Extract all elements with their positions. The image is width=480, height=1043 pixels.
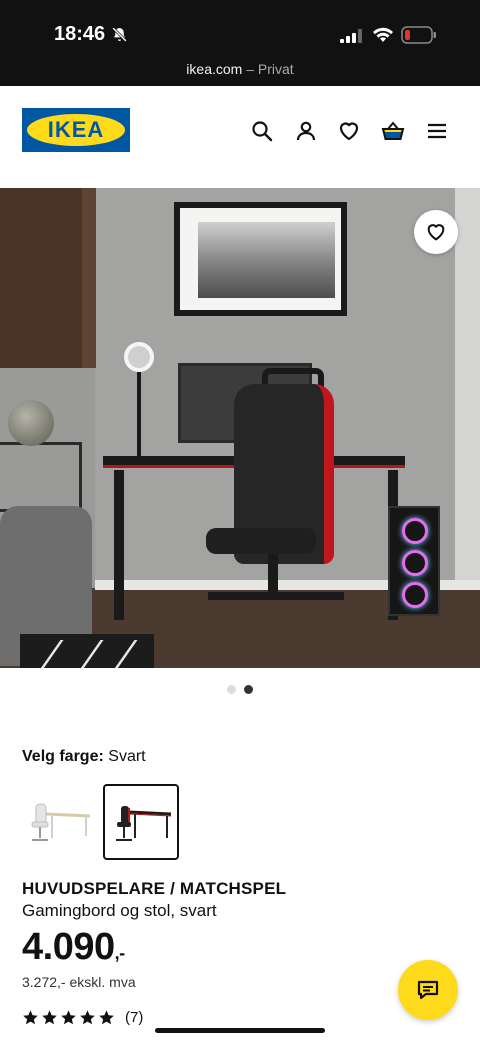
star-icon bbox=[99, 1010, 114, 1025]
price-suffix: ,- bbox=[114, 943, 126, 963]
scene-chair-seat bbox=[206, 528, 316, 554]
product-price: 4.090,- bbox=[22, 926, 125, 969]
shopping-bag-icon[interactable] bbox=[381, 119, 405, 143]
rating-stars[interactable] bbox=[22, 1009, 117, 1027]
home-indicator[interactable] bbox=[155, 1028, 325, 1033]
star-icon bbox=[42, 1010, 57, 1025]
scene-desk-leg bbox=[114, 470, 124, 620]
star-icon bbox=[80, 1010, 95, 1025]
signal-icon bbox=[340, 29, 364, 43]
url-separator: – bbox=[242, 61, 258, 77]
scene-ring-light bbox=[124, 342, 154, 372]
scene-cabinet bbox=[0, 188, 82, 368]
scene-wall-edge bbox=[455, 188, 480, 628]
gallery-dot-active[interactable] bbox=[244, 685, 253, 694]
ikea-logo[interactable]: IKEA bbox=[22, 108, 130, 152]
address-bar[interactable]: ikea.com – Privat bbox=[0, 61, 480, 77]
scene-pc-case bbox=[388, 506, 440, 616]
color-selector-label: Velg farge: Svart bbox=[22, 748, 146, 766]
scene-chair-base bbox=[208, 592, 344, 600]
scene-light-stand bbox=[137, 372, 141, 456]
account-icon[interactable] bbox=[294, 119, 318, 143]
url-host: ikea.com bbox=[186, 61, 243, 77]
review-count[interactable]: (7) bbox=[125, 1009, 143, 1026]
wifi-icon bbox=[372, 26, 394, 43]
color-label-key: Velg farge: bbox=[22, 748, 104, 765]
heart-icon bbox=[427, 224, 445, 241]
chat-button[interactable] bbox=[398, 960, 458, 1020]
scene-framed-photo bbox=[174, 202, 347, 316]
bell-slash-icon bbox=[111, 26, 128, 43]
scene-chair-post bbox=[268, 554, 278, 594]
price-excluding-vat: 3.272,- ekskl. mva bbox=[22, 974, 136, 990]
wishlist-heart-icon[interactable] bbox=[337, 119, 361, 143]
color-swatch-black[interactable] bbox=[103, 784, 179, 860]
browsing-mode: Privat bbox=[257, 61, 294, 77]
scene-lamp bbox=[8, 400, 54, 446]
product-image[interactable] bbox=[0, 188, 480, 668]
logo-wordmark: IKEA bbox=[47, 117, 105, 142]
price-main: 4.090 bbox=[22, 926, 115, 968]
scene-rug bbox=[20, 634, 154, 668]
status-time: 18:46 bbox=[54, 23, 106, 45]
scene-cabinet-side bbox=[82, 188, 96, 368]
search-icon[interactable] bbox=[250, 119, 274, 143]
star-icon bbox=[23, 1010, 38, 1025]
chat-icon bbox=[417, 980, 439, 1000]
product-name: HUVUDSPELARE / MATCHSPEL bbox=[22, 879, 287, 898]
ios-status-bar: 18:46 ikea.com – Privat bbox=[0, 0, 480, 86]
product-description: Gamingbord og stol, svart bbox=[22, 901, 217, 920]
battery-low-icon bbox=[401, 26, 437, 44]
site-header: IKEA bbox=[0, 86, 480, 188]
star-icon bbox=[61, 1010, 76, 1025]
gallery-dot[interactable] bbox=[227, 685, 236, 694]
color-label-value: Svart bbox=[108, 748, 146, 765]
add-to-wishlist-button[interactable] bbox=[414, 210, 458, 254]
color-swatch-white[interactable] bbox=[22, 784, 98, 860]
scene-side-table bbox=[0, 442, 82, 512]
menu-icon[interactable] bbox=[425, 119, 449, 143]
gallery-pagination bbox=[0, 681, 480, 694]
